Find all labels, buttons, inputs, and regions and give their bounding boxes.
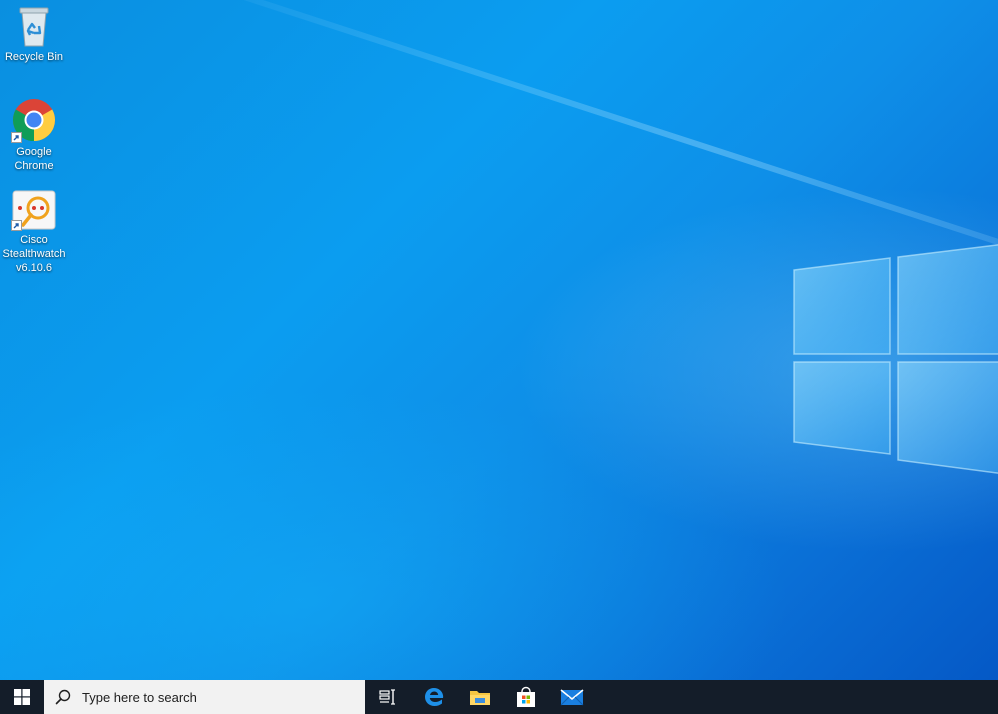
desktop-icon-label: Cisco Stealthwatch v6.10.6	[2, 234, 66, 274]
store-icon	[517, 686, 535, 707]
chrome-icon	[11, 97, 57, 143]
desktop-icon-cisco-stealthwatch[interactable]: Cisco Stealthwatch v6.10.6	[0, 189, 68, 275]
taskbar: Type here to search	[0, 680, 998, 714]
shortcut-arrow-icon	[11, 132, 22, 143]
edge-icon	[425, 688, 444, 706]
task-view-button[interactable]	[365, 680, 411, 714]
search-box[interactable]: Type here to search	[44, 680, 365, 714]
search-placeholder: Type here to search	[82, 689, 197, 705]
mail-icon	[560, 689, 584, 706]
folder-icon	[470, 691, 490, 705]
taskbar-app-file-explorer[interactable]	[457, 680, 503, 714]
windows-logo-icon	[14, 689, 30, 705]
wallpaper-windows-logo	[793, 244, 998, 474]
search-icon	[54, 688, 72, 706]
recycle-bin-icon	[14, 4, 54, 48]
taskbar-app-edge[interactable]	[411, 680, 457, 714]
shortcut-arrow-icon	[11, 220, 22, 231]
taskbar-app-mail[interactable]	[549, 680, 595, 714]
desktop-icon-google-chrome[interactable]: Google Chrome	[0, 97, 68, 173]
desktop-icon-label: Recycle Bin	[4, 51, 64, 63]
desktop-icon-recycle-bin[interactable]: Recycle Bin	[0, 4, 68, 64]
desktop-icon-label: Google Chrome	[14, 146, 54, 172]
start-button[interactable]	[0, 680, 44, 714]
desktop[interactable]: Recycle Bin Google Chrome Cisco Stealthw…	[0, 0, 998, 714]
taskbar-app-microsoft-store[interactable]	[503, 680, 549, 714]
task-view-icon	[379, 689, 395, 705]
stealthwatch-icon	[11, 189, 57, 231]
